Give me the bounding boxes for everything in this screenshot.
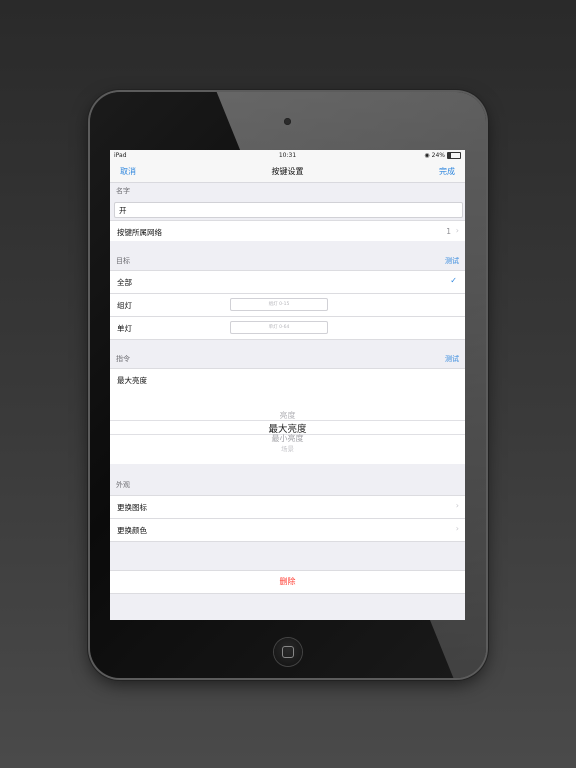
- target-single-row: 单灯 单灯 0-64: [110, 316, 465, 340]
- name-input[interactable]: 开: [114, 202, 463, 218]
- battery-icon: [447, 152, 461, 159]
- target-test-button[interactable]: 测试: [445, 256, 459, 266]
- command-selected-label: 最大亮度: [117, 376, 147, 385]
- status-bar: iPad 10:31 ◉ 24%: [110, 150, 465, 162]
- command-picker[interactable]: 亮度 最大亮度 最小亮度 场景: [110, 390, 465, 464]
- done-button[interactable]: 完成: [439, 166, 455, 177]
- home-square-icon: [282, 646, 294, 658]
- page-title: 按键设置: [271, 167, 304, 176]
- target-all-row[interactable]: 全部 ✓: [110, 270, 465, 293]
- camera-icon: [284, 118, 291, 125]
- change-color-row[interactable]: 更换颜色 ›: [110, 518, 465, 542]
- command-test-button[interactable]: 测试: [445, 354, 459, 364]
- change-color-label: 更换颜色: [117, 526, 147, 535]
- network-row[interactable]: 按键所属网络 1 ›: [110, 220, 465, 241]
- battery-percent: 24%: [431, 152, 445, 159]
- picker-item[interactable]: 亮度: [110, 410, 465, 421]
- picker-item[interactable]: 场景: [110, 443, 465, 453]
- target-group-row: 组灯 组灯 0-15: [110, 293, 465, 316]
- network-value: 1: [446, 227, 451, 236]
- target-single-label: 单灯: [117, 324, 132, 333]
- status-time: 10:31: [278, 152, 297, 159]
- status-right: ◉ 24%: [424, 152, 461, 159]
- group-number-input[interactable]: 组灯 0-15: [230, 298, 328, 311]
- delete-button[interactable]: 删除: [110, 570, 465, 594]
- change-icon-label: 更换图标: [117, 503, 147, 512]
- target-group-label: 组灯: [117, 301, 132, 310]
- name-section-header: 名字: [116, 187, 130, 195]
- target-all-label: 全部: [117, 278, 132, 287]
- network-label: 按键所属网络: [117, 228, 162, 237]
- chevron-right-icon: ›: [455, 524, 459, 533]
- change-icon-row[interactable]: 更换图标 ›: [110, 495, 465, 518]
- chevron-right-icon: ›: [455, 226, 459, 235]
- lock-rotation-icon: ◉: [424, 152, 430, 159]
- chevron-right-icon: ›: [455, 501, 459, 510]
- home-button[interactable]: [274, 638, 302, 666]
- app-screen: iPad 10:31 ◉ 24% 取消 按键设置 完成 名字 开 按键所属网络 …: [110, 150, 465, 620]
- navigation-bar: 取消 按键设置 完成: [110, 162, 465, 183]
- single-number-input[interactable]: 单灯 0-64: [230, 321, 328, 334]
- command-selected-row: 最大亮度: [110, 368, 465, 391]
- appearance-section-header: 外观: [116, 481, 130, 489]
- target-section-header: 目标: [116, 257, 130, 265]
- command-section-header: 指令: [116, 355, 130, 363]
- name-input-value: 开: [119, 206, 127, 215]
- checkmark-icon: ✓: [450, 276, 457, 285]
